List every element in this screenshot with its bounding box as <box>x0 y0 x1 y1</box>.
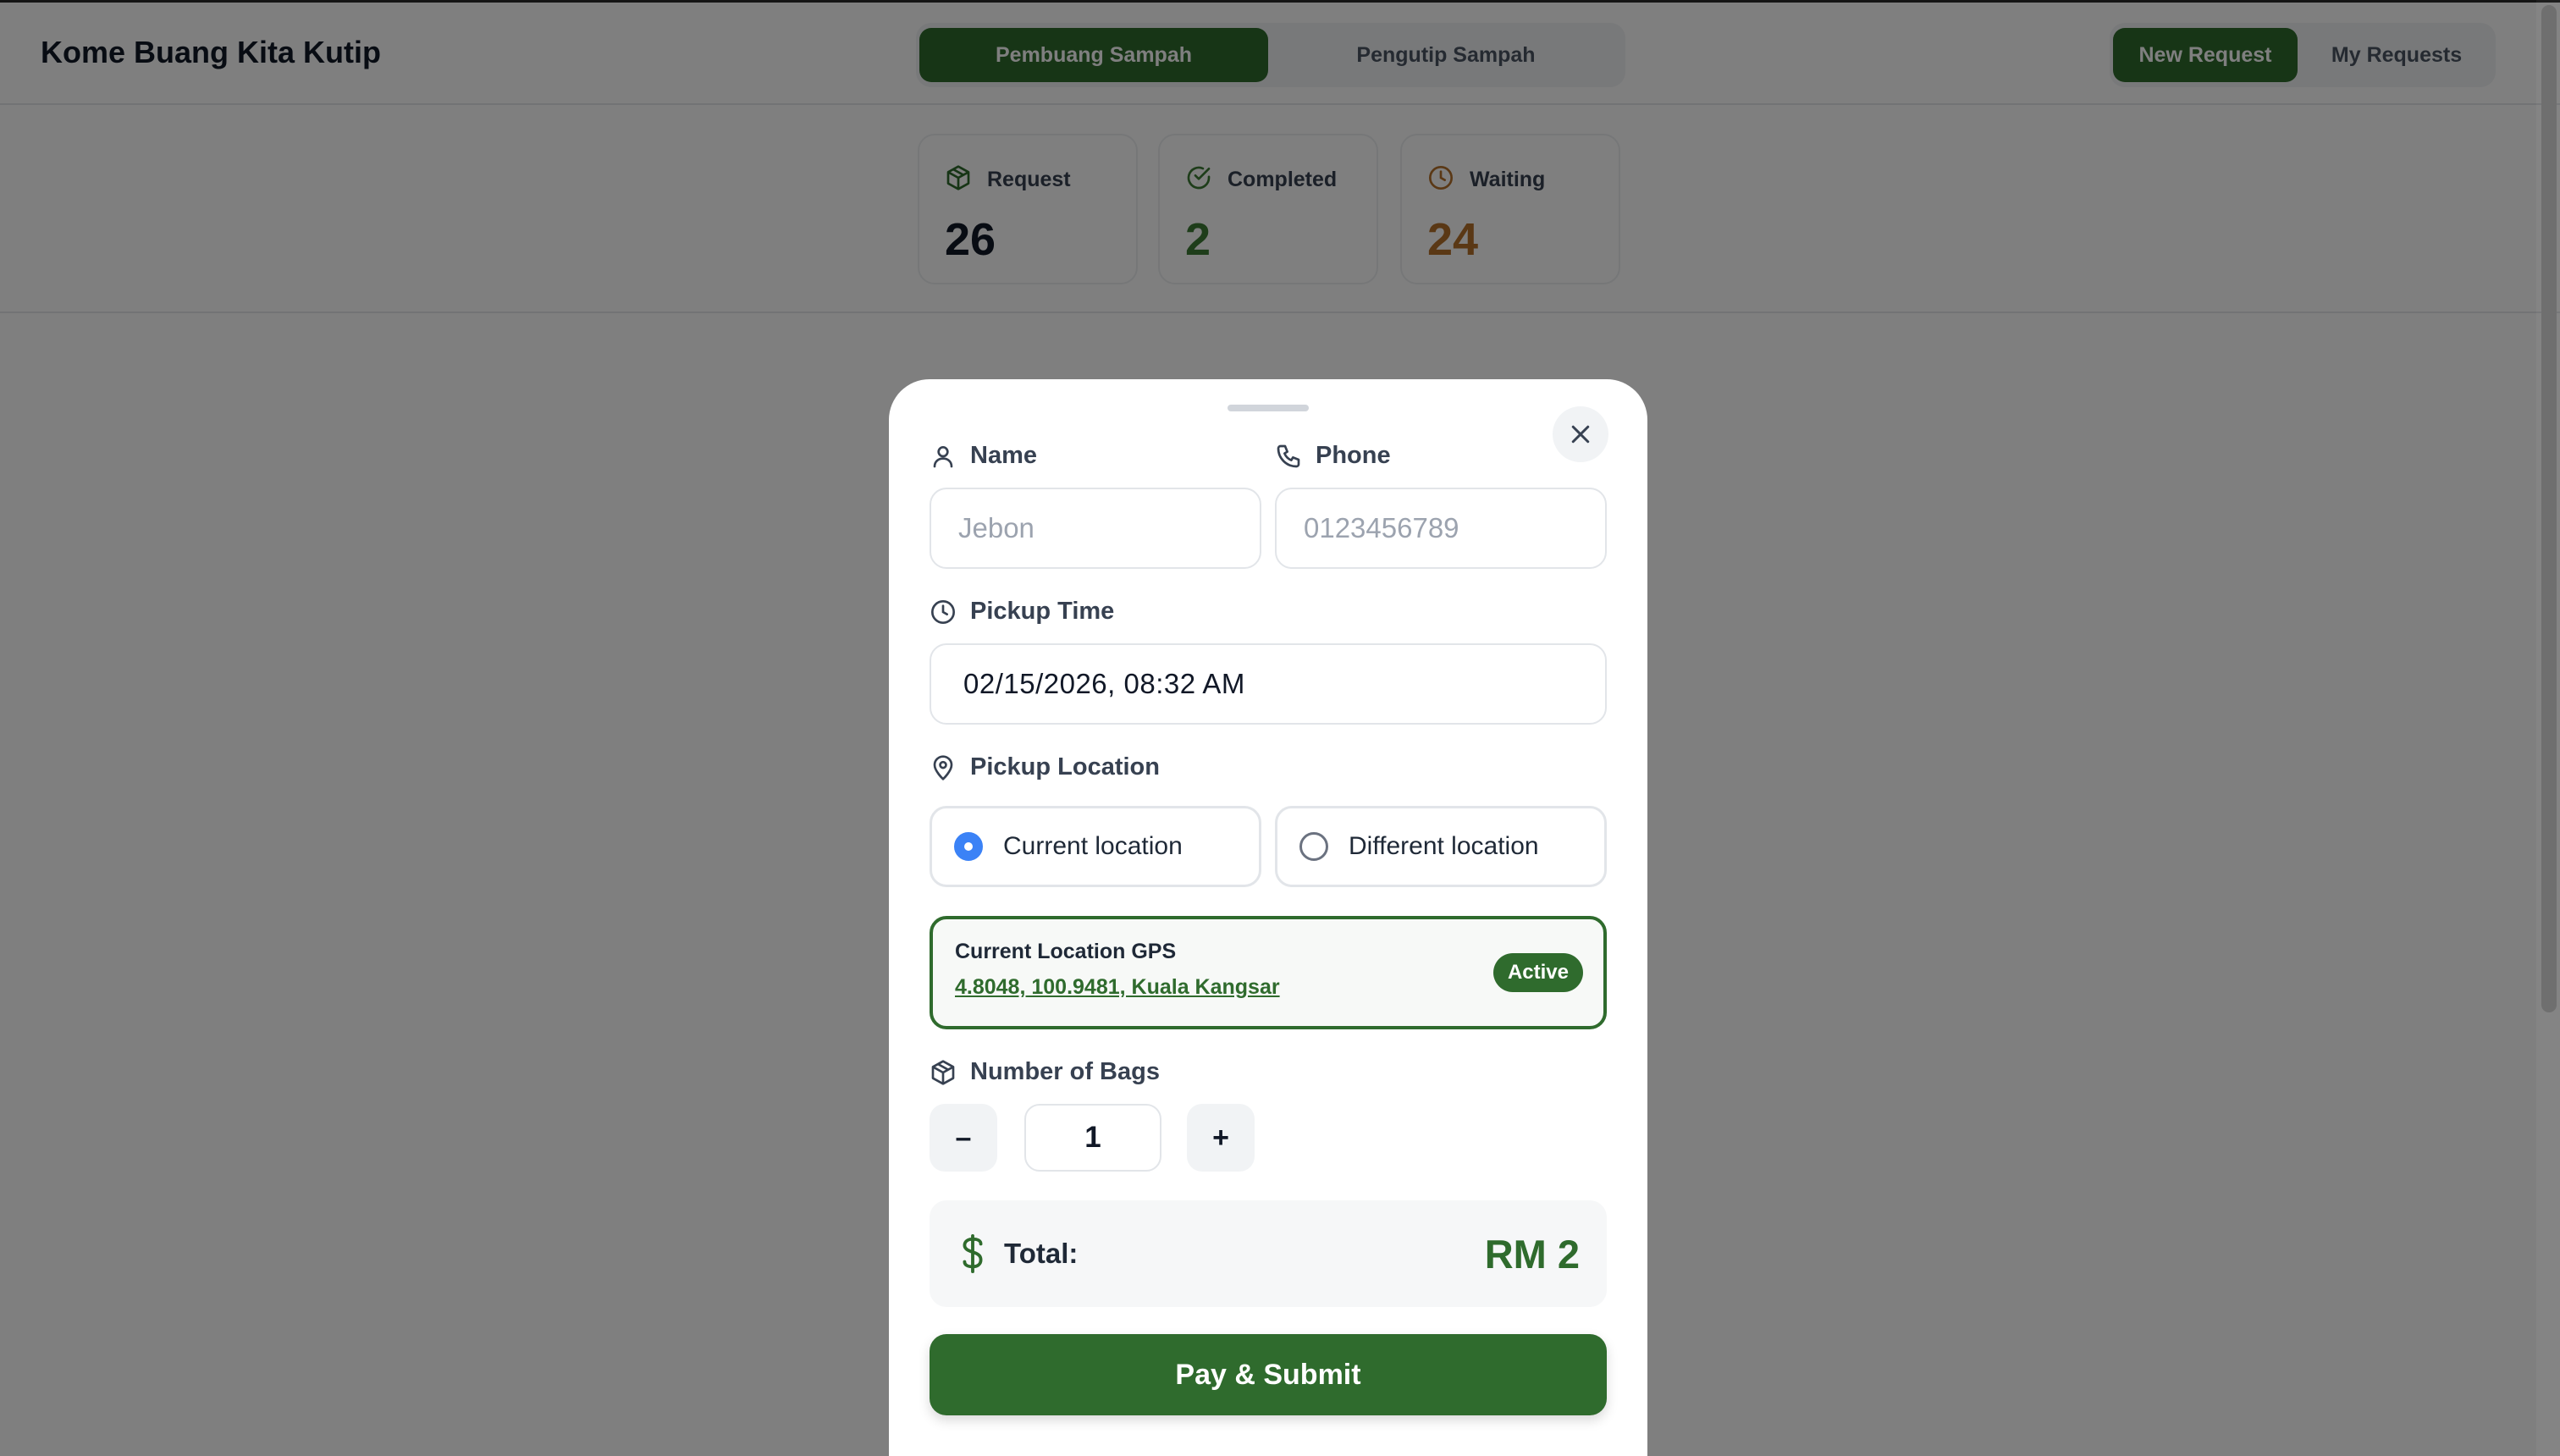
bags-label: Number of Bags <box>930 1058 1160 1086</box>
pickup-location-label-text: Pickup Location <box>970 753 1160 780</box>
location-option-current-label: Current location <box>1003 832 1183 860</box>
gps-status-badge: Active <box>1493 953 1583 992</box>
pickup-time-label-text: Pickup Time <box>970 598 1115 625</box>
radio-selected-icon[interactable] <box>954 832 983 861</box>
location-option-different-label: Different location <box>1349 832 1539 860</box>
pickup-time-input[interactable]: 02/15/2026, 08:32 AM <box>930 643 1607 725</box>
close-button[interactable] <box>1553 406 1608 462</box>
gps-panel: Current Location GPS 4.8048, 100.9481, K… <box>930 916 1607 1029</box>
location-option-different[interactable]: Different location <box>1275 806 1607 887</box>
pickup-time-label: Pickup Time <box>930 598 1114 626</box>
dollar-icon <box>963 1234 983 1273</box>
pickup-location-label: Pickup Location <box>930 753 1160 781</box>
phone-label: Phone <box>1275 442 1391 470</box>
phone-label-text: Phone <box>1316 442 1391 469</box>
decrement-bags-button[interactable]: – <box>930 1104 997 1172</box>
name-label: Name <box>930 442 1037 470</box>
gps-coordinates-link[interactable]: 4.8048, 100.9481, Kuala Kangsar <box>955 975 1280 1000</box>
map-pin-icon <box>933 754 953 780</box>
new-request-modal: Name Phone Pickup Time 02/15/2026, 08:32… <box>889 379 1647 1456</box>
radio-unselected-icon[interactable] <box>1299 832 1328 861</box>
user-icon <box>933 445 953 467</box>
clock-icon <box>931 599 955 624</box>
phone-icon <box>1277 444 1300 467</box>
total-label: Total: <box>1004 1238 1079 1269</box>
gps-title: Current Location GPS <box>955 940 1177 963</box>
bags-count-input[interactable]: 1 <box>1024 1104 1161 1172</box>
name-input[interactable] <box>930 488 1261 569</box>
name-label-text: Name <box>970 442 1037 469</box>
location-option-current[interactable]: Current location <box>930 806 1261 887</box>
drag-handle[interactable] <box>1228 405 1309 411</box>
total-panel: Total: RM 2 <box>930 1200 1607 1307</box>
phone-input[interactable] <box>1275 488 1607 569</box>
pay-submit-button[interactable]: Pay & Submit <box>930 1334 1607 1415</box>
scrollbar-track[interactable] <box>2536 0 2560 1456</box>
package-icon <box>931 1059 955 1085</box>
bags-label-text: Number of Bags <box>970 1058 1160 1085</box>
total-value: RM 2 <box>1484 1232 1580 1277</box>
increment-bags-button[interactable]: + <box>1187 1104 1255 1172</box>
scrollbar-thumb[interactable] <box>2541 5 2557 1012</box>
close-icon <box>1571 425 1590 444</box>
